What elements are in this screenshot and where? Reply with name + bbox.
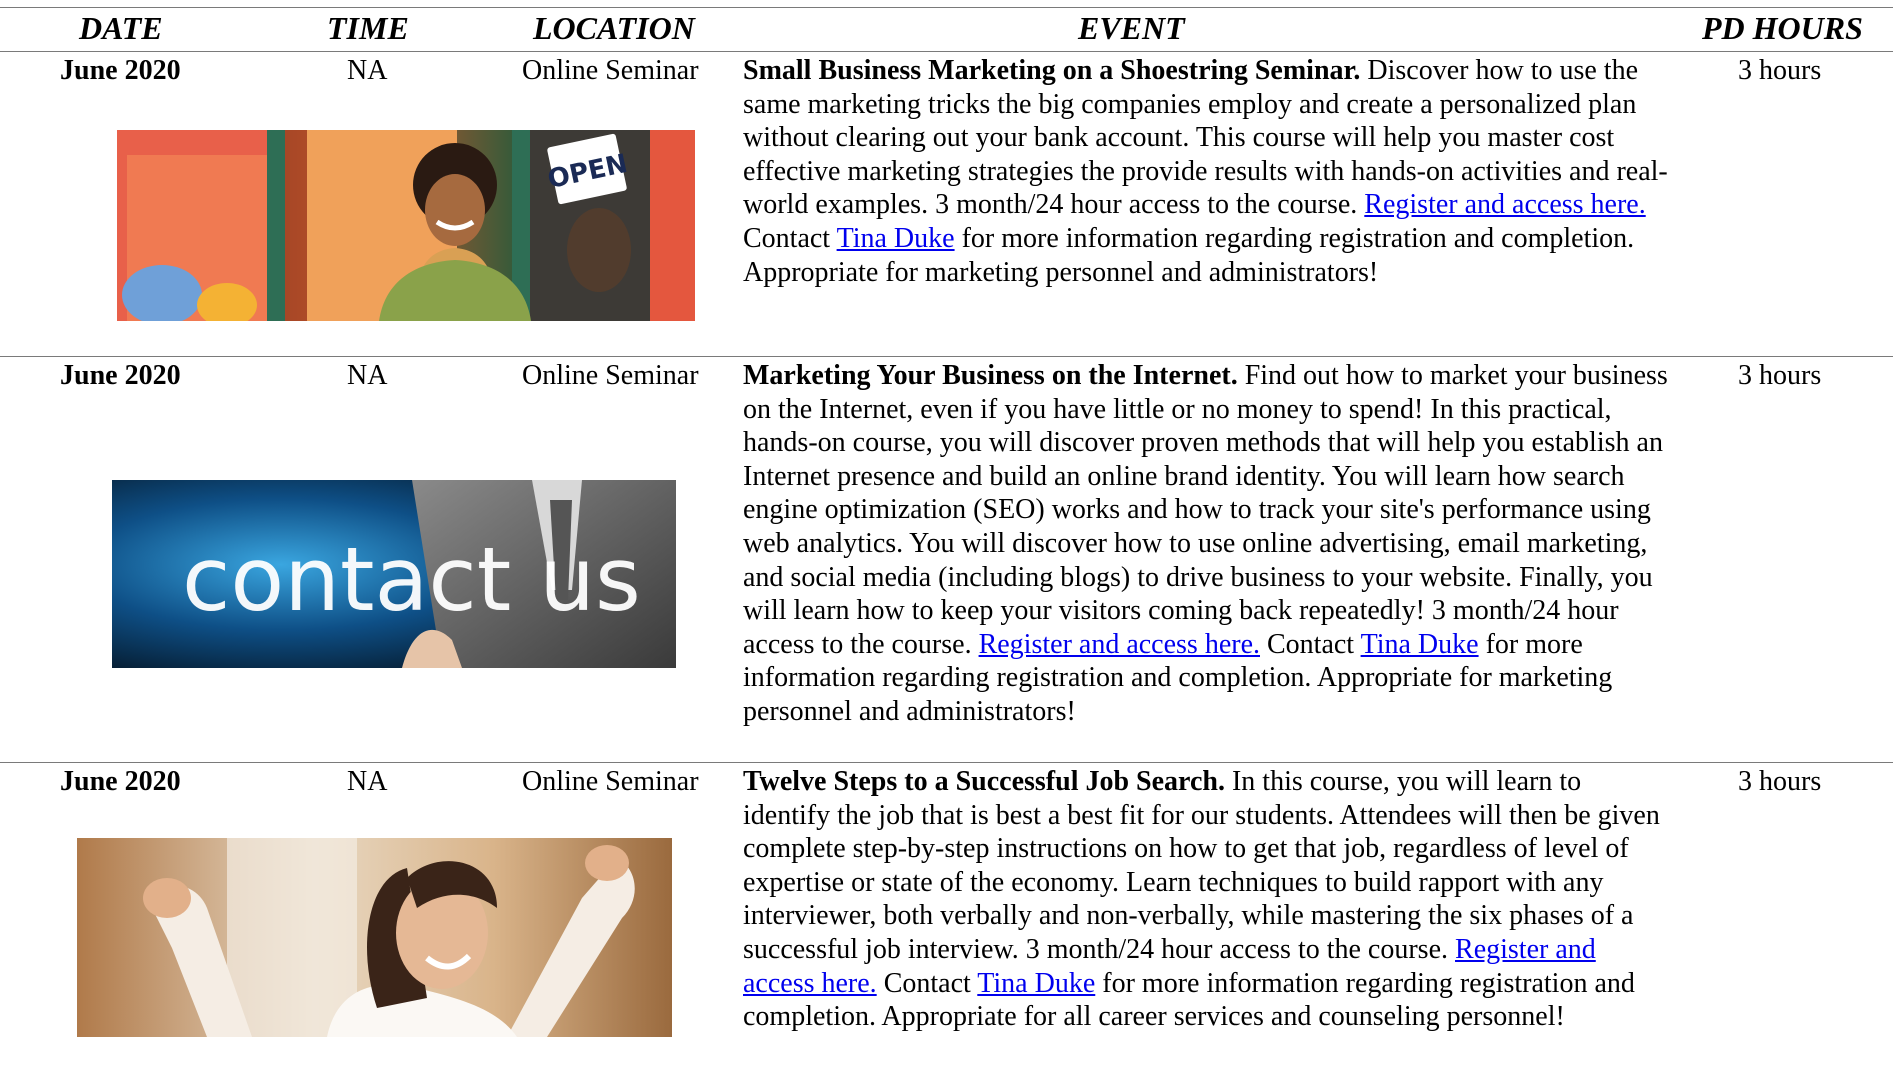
row-divider [0,762,1893,763]
register-link[interactable]: Register and access here. [979,629,1260,660]
header-date: DATE [79,10,163,46]
event-description: Small Business Marketing on a Shoestring… [743,54,1673,289]
row-time: NA [347,55,388,86]
contact-link[interactable]: Tina Duke [837,223,955,254]
event-title: Twelve Steps to a Successful Job Search. [743,766,1225,797]
table-top-rule [0,7,1893,8]
row-pd-hours: 3 hours [1738,55,1822,86]
contact-prefix: Contact [743,222,837,254]
event-title: Marketing Your Business on the Internet. [743,360,1238,391]
header-pd-hours: PD HOURS [1702,10,1863,46]
contact-us-photo: contact us [112,480,676,668]
event-title: Small Business Marketing on a Shoestring… [743,55,1361,86]
row-date: June 2020 [60,360,181,391]
event-description: Marketing Your Business on the Internet.… [743,359,1673,729]
row-date: June 2020 [60,55,181,86]
contact-us-image-text: contact us [182,528,641,631]
row-date: June 2020 [60,766,181,797]
storefront-photo: OPEN [117,130,695,321]
row-divider [0,356,1893,357]
row-pd-hours: 3 hours [1738,766,1822,797]
header-bottom-rule [0,51,1893,52]
events-table: DATE TIME LOCATION EVENT PD HOURS June 2… [0,0,1893,1065]
row-pd-hours: 3 hours [1738,360,1822,391]
event-description: Twelve Steps to a Successful Job Search.… [743,765,1673,1034]
header-event: EVENT [1078,10,1185,46]
row-location: Online Seminar [522,360,699,391]
row-time: NA [347,360,388,391]
row-location: Online Seminar [522,766,699,797]
contact-prefix: Contact [876,967,978,999]
register-link[interactable]: Register and access here. [1364,189,1645,220]
row-location: Online Seminar [522,55,699,86]
header-time: TIME [327,10,409,46]
contact-link[interactable]: Tina Duke [977,968,1095,999]
event-body: Find out how to market your business on … [743,360,1668,660]
contact-prefix: Contact [1260,628,1361,660]
job-search-photo [77,838,672,1037]
contact-link[interactable]: Tina Duke [1361,629,1479,660]
header-location: LOCATION [533,10,695,46]
row-time: NA [347,766,388,797]
